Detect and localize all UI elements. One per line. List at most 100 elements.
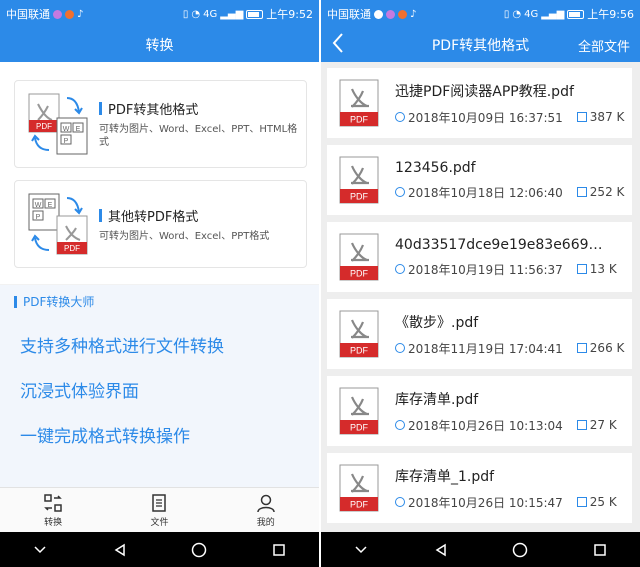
tab-convert[interactable]: 转换 [23,493,83,528]
nav-back-button[interactable] [421,535,461,565]
notification-icon [386,9,395,19]
file-list-item[interactable]: PDF 《散步》.pdf 2018年11月19日 17:04:41 266 K [327,299,632,369]
notification-icon [65,9,74,19]
nav-back-button[interactable] [100,535,140,565]
clock-icon [395,420,405,430]
card-title: PDF转其他格式 [99,99,299,118]
convert-icon [44,493,62,512]
signal-icon: ▂▄▆ [220,8,244,20]
file-size: 13 K [589,262,617,276]
notification-icon [53,9,62,19]
svg-text:P: P [64,138,69,145]
card-subtitle: 可转为图片、Word、Excel、PPT格式 [99,230,270,242]
nav-home-button[interactable] [500,535,540,565]
tab-label: 我的 [256,517,275,528]
clock-icon [395,112,405,122]
pdf-file-icon: PDF [339,387,379,435]
tab-files[interactable]: 文件 [129,493,189,528]
carrier-label: 中国联通 [327,8,371,21]
tab-label: 文件 [150,517,169,528]
all-files-button[interactable]: 全部文件 [578,36,630,55]
tab-profile[interactable]: 我的 [236,493,296,528]
feature-section: PDF W E P PDF转其他格式 可转为图片、Word、Excel、PPT、… [0,62,319,284]
svg-text:PDF: PDF [350,269,369,279]
pdf-file-icon: PDF [339,464,379,512]
file-date: 2018年10月26日 10:13:04 [408,418,563,433]
file-list-item[interactable]: PDF 库存清单.pdf 2018年10月26日 10:13:04 27 K [327,376,632,446]
clock-label: 上午9:52 [266,8,313,21]
storage-icon [576,112,587,122]
file-date: 2018年10月09日 16:37:51 [408,110,563,125]
svg-text:E: E [48,202,53,209]
nav-down-button[interactable] [20,535,60,565]
file-name: 库存清单_1.pdf [395,468,495,485]
file-list-item[interactable]: PDF 迅捷PDF阅读器APP教程.pdf 2018年10月09日 16:37:… [327,68,632,138]
clock-icon [395,343,405,353]
clock-icon [395,497,405,507]
nav-recents-button[interactable] [580,535,620,565]
card-subtitle: 可转为图片、Word、Excel、PPT、HTML格式 [99,124,298,148]
file-size: 387 K [589,110,625,124]
phone-screen-convert: 中国联通 ♪ ▯ ◔ 4G ▂▄▆ 上午9:52 转换 PDF W E P PD… [0,0,319,567]
message-icon [374,9,383,19]
svg-text:W: W [63,126,70,133]
clock-label: 上午9:56 [587,8,634,21]
back-arrow-icon[interactable] [331,32,345,60]
tiktok-icon: ♪ [77,8,84,20]
file-list-item[interactable]: PDF 库存清单_1.pdf 2018年10月26日 10:15:47 25 K [327,453,632,523]
pdf-to-other-card[interactable]: PDF W E P PDF转其他格式 可转为图片、Word、Excel、PPT、… [14,80,307,168]
pdf-file-icon: PDF [339,233,379,281]
file-list-item[interactable]: PDF 123456.pdf 2018年10月18日 12:06:40 252 … [327,145,632,215]
nav-recents-button[interactable] [259,535,299,565]
file-name: 40d33517dce9e19e83e66912b1... [395,236,610,253]
phone-screen-file-list: 中国联通 ♪ ▯ ◔ 4G ▂▄▆ 上午9:56 PDF转其他格式 全部文件 P… [321,0,640,567]
system-nav-bar [0,532,319,567]
app-header: 转换 [0,28,319,62]
signal-label: 4G [524,8,539,20]
other-to-pdf-card[interactable]: W E P PDF 其他转PDF格式 可转为图片、Word、Excel、PPT格… [14,180,307,268]
svg-text:PDF: PDF [350,423,369,433]
file-size: 25 K [589,495,617,509]
promo-line: 支持多种格式进行文件转换 [20,337,224,357]
nav-down-button[interactable] [341,535,381,565]
triangle-back-icon [435,543,446,556]
signal-icon: ▂▄▆ [541,8,565,20]
chevron-down-icon [34,545,46,553]
storage-icon [576,497,587,507]
file-date: 2018年10月19日 11:56:37 [408,262,563,277]
vibrate-icon: ▯ [182,8,189,20]
user-icon [257,494,275,512]
pdf-file-icon: PDF [339,79,379,127]
svg-text:PDF: PDF [350,500,369,510]
triangle-back-icon [114,543,125,556]
square-recents-icon [594,543,606,556]
svg-text:PDF: PDF [350,115,369,125]
file-name: 123456.pdf [395,159,476,176]
file-name: 库存清单.pdf [395,391,479,408]
file-size: 27 K [589,418,617,432]
pdf-to-other-icon: PDF W E P [15,80,99,168]
svg-text:PDF: PDF [36,122,52,131]
file-date: 2018年10月26日 10:15:47 [408,495,563,510]
storage-icon [576,187,587,197]
nav-home-button[interactable] [179,535,219,565]
file-date: 2018年10月18日 12:06:40 [408,185,563,200]
notification-icon [398,9,407,19]
pdf-file-icon: PDF [339,310,379,358]
pdf-file-icon: PDF [339,156,379,204]
circle-home-icon [192,542,207,557]
file-size: 266 K [589,341,625,355]
file-name: 迅捷PDF阅读器APP教程.pdf [395,83,574,100]
wifi-icon: ◔ [512,8,522,20]
tiktok-icon: ♪ [410,8,417,20]
svg-text:P: P [36,214,41,221]
chevron-down-icon [355,545,367,553]
page-title: PDF转其他格式 [431,38,530,54]
other-to-pdf-icon: W E P PDF [15,180,99,268]
promo-line: 一键完成格式转换操作 [20,427,190,447]
status-bar: 中国联通 ♪ ▯ ◔ 4G ▂▄▆ 上午9:56 [321,0,640,28]
card-title: 其他转PDF格式 [99,206,299,225]
bottom-tab-bar: 转换 文件 我的 [0,487,319,532]
file-list-item[interactable]: PDF 40d33517dce9e19e83e66912b1... 2018年1… [327,222,632,292]
status-bar: 中国联通 ♪ ▯ ◔ 4G ▂▄▆ 上午9:52 [0,0,319,28]
